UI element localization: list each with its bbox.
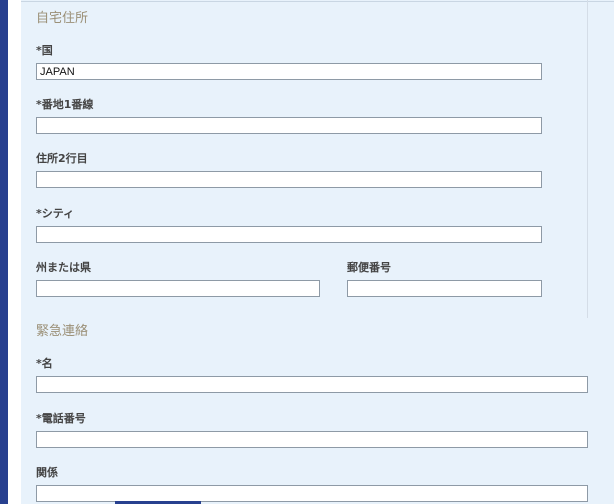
contact-name-field[interactable] (36, 376, 588, 393)
section-title-emergency-contact: 緊急連絡 (36, 324, 89, 339)
address-line2-field[interactable] (36, 171, 542, 188)
left-gutter (8, 0, 21, 504)
city-field[interactable] (36, 226, 542, 243)
postal-code-field[interactable] (347, 280, 542, 297)
state-label: 州または県 (36, 261, 91, 274)
section-divider (587, 0, 588, 318)
state-field[interactable] (36, 280, 320, 297)
country-field[interactable] (36, 63, 542, 80)
address-line1-field[interactable] (36, 117, 542, 134)
sidebar-accent (0, 0, 8, 504)
contact-phone-label: *電話番号 (36, 412, 86, 425)
postal-code-label: 郵便番号 (347, 261, 391, 274)
address-line1-label: *番地1番線 (36, 98, 94, 111)
contact-phone-field[interactable] (36, 431, 588, 448)
relationship-label: 関係 (36, 466, 58, 479)
top-divider (21, 1, 614, 2)
country-label: *国 (36, 44, 53, 57)
address-line2-label: 住所2行目 (36, 152, 88, 165)
relationship-field[interactable] (36, 485, 588, 502)
city-label: *シティ (36, 207, 75, 220)
section-title-home-address: 自宅住所 (36, 11, 89, 26)
contact-name-label: *名 (36, 357, 53, 370)
